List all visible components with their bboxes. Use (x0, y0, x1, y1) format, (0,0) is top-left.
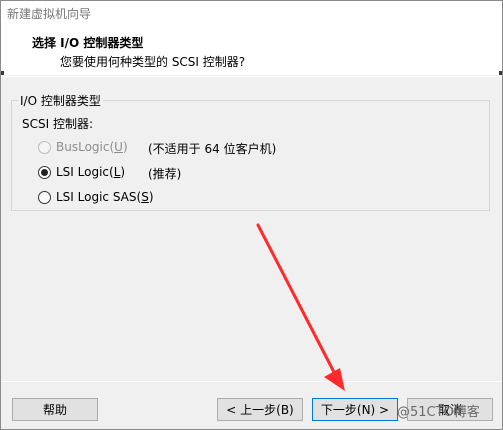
group-label: I/O 控制器类型 (18, 92, 103, 109)
buslogic-note: (不适用于 64 位客户机) (148, 142, 277, 156)
window-title: 新建虚拟机向导 (7, 7, 92, 21)
radio-button[interactable] (38, 140, 51, 154)
header-divider (1, 76, 502, 77)
radio-button[interactable] (38, 165, 51, 179)
radio-lsi-logic-sas[interactable]: LSI Logic SAS(S) (38, 188, 154, 206)
title-bar: 新建虚拟机向导 (1, 1, 502, 25)
page-subtitle: 您要使用何种类型的 SCSI 控制器? (60, 55, 246, 69)
next-button[interactable]: 下一步(N) > (312, 398, 398, 421)
scsi-controller-label: SCSI 控制器: (22, 117, 94, 131)
header-edge-mark (1, 71, 4, 75)
help-button[interactable]: 帮助 (12, 398, 98, 421)
radio-lsi-logic[interactable]: LSI Logic(L) (38, 163, 125, 181)
page-title: 选择 I/O 控制器类型 (32, 36, 144, 50)
wizard-window: 新建虚拟机向导 选择 I/O 控制器类型 您要使用何种类型的 SCSI 控制器?… (0, 0, 503, 430)
header-edge-mark (499, 71, 502, 75)
radio-buslogic[interactable]: BusLogic(U) (38, 138, 128, 156)
radio-selected-dot (41, 168, 48, 176)
radio-label: LSI Logic SAS(S) (56, 190, 154, 204)
lsi-logic-note: (推荐) (148, 167, 182, 181)
watermark-text: @51CTO博客 (397, 405, 480, 420)
radio-label: LSI Logic(L) (56, 165, 126, 179)
radio-label: BusLogic(U) (56, 140, 128, 154)
wizard-header: 选择 I/O 控制器类型 您要使用何种类型的 SCSI 控制器? (1, 25, 502, 75)
radio-button[interactable] (38, 190, 51, 204)
footer-divider (1, 381, 502, 382)
back-button[interactable]: < 上一步(B) (217, 398, 303, 421)
